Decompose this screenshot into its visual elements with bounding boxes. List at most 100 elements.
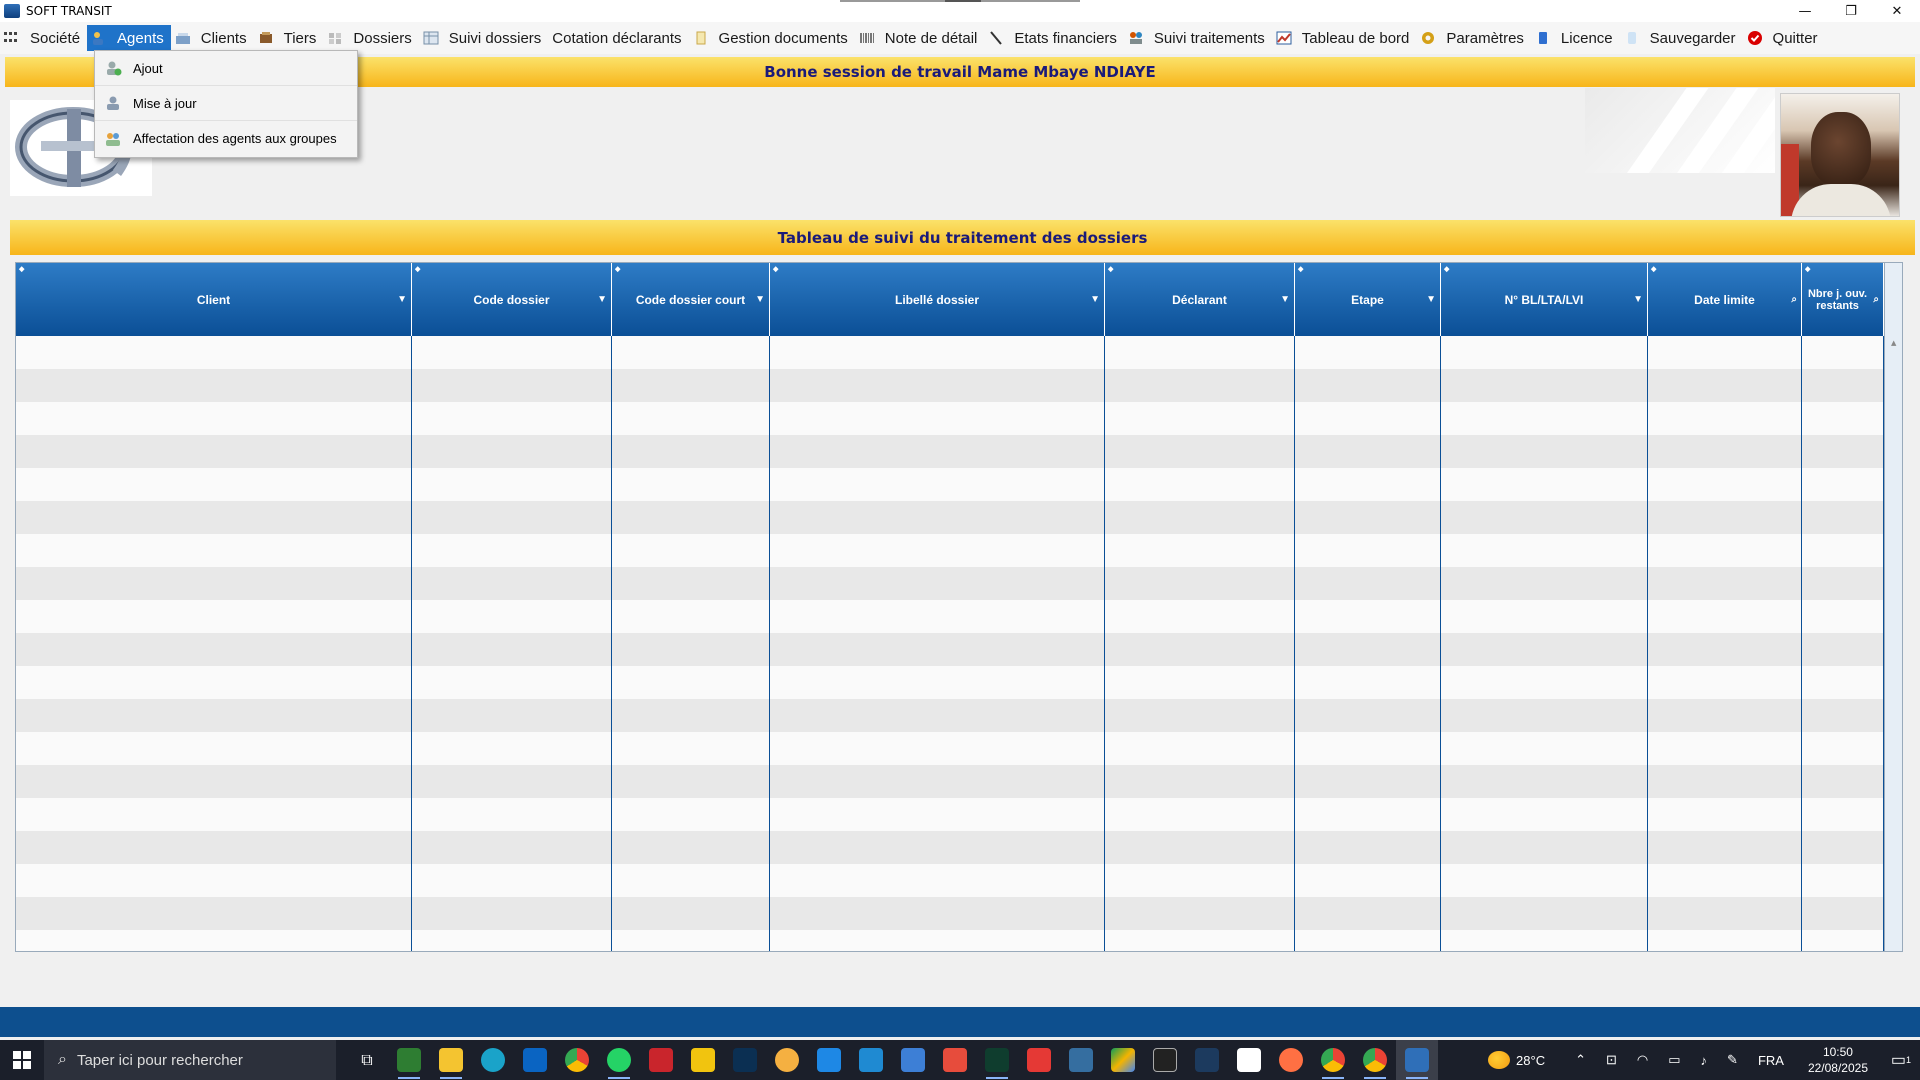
table-cell[interactable]: [16, 336, 412, 369]
table-cell[interactable]: [16, 501, 412, 534]
table-cell[interactable]: [770, 666, 1105, 699]
table-cell[interactable]: [412, 831, 612, 864]
table-cell[interactable]: [1648, 336, 1802, 369]
table-cell[interactable]: [1441, 600, 1648, 633]
table-cell[interactable]: [412, 534, 612, 567]
table-cell[interactable]: [770, 633, 1105, 666]
menu-cotation-declarants[interactable]: Cotation déclarants: [548, 25, 688, 51]
table-cell[interactable]: [1441, 369, 1648, 402]
taskbar-search[interactable]: ⌕ Taper ici pour rechercher: [44, 1040, 336, 1080]
table-cell[interactable]: [1295, 468, 1441, 501]
table-cell[interactable]: [1648, 765, 1802, 798]
table-cell[interactable]: [770, 600, 1105, 633]
table-cell[interactable]: [1441, 435, 1648, 468]
table-cell[interactable]: [16, 600, 412, 633]
table-row[interactable]: [16, 897, 1884, 930]
menu-sauvegarder[interactable]: Sauvegarder: [1620, 25, 1743, 51]
table-cell[interactable]: [1802, 699, 1884, 732]
table-cell[interactable]: [1105, 468, 1295, 501]
table-row[interactable]: [16, 600, 1884, 633]
table-cell[interactable]: [1105, 699, 1295, 732]
table-cell[interactable]: [1441, 930, 1648, 951]
table-cell[interactable]: [770, 534, 1105, 567]
table-cell[interactable]: [16, 369, 412, 402]
table-cell[interactable]: [16, 468, 412, 501]
table-row[interactable]: [16, 930, 1884, 951]
column-jours-restants[interactable]: ◆ Nbre j. ouv. restants ⌕: [1802, 263, 1884, 336]
table-cell[interactable]: [412, 864, 612, 897]
tracking-table[interactable]: ◆ Client ▼ ◆ Code dossier ▼ ◆ Code dossi…: [15, 262, 1903, 952]
table-cell[interactable]: [412, 468, 612, 501]
table-row[interactable]: [16, 369, 1884, 402]
filter-icon[interactable]: ▼: [1426, 294, 1436, 305]
column-date-limite[interactable]: ◆ Date limite ⌕: [1648, 263, 1802, 336]
app-python-icon[interactable]: [1060, 1040, 1102, 1080]
task-view-icon[interactable]: ⧉: [346, 1040, 388, 1080]
table-cell[interactable]: [1802, 666, 1884, 699]
table-cell[interactable]: [1648, 567, 1802, 600]
table-cell[interactable]: [1648, 930, 1802, 951]
table-cell[interactable]: [1802, 435, 1884, 468]
table-cell[interactable]: [612, 699, 770, 732]
table-cell[interactable]: [412, 501, 612, 534]
battery-icon[interactable]: ▭: [1668, 1052, 1680, 1068]
table-cell[interactable]: [1441, 864, 1648, 897]
table-cell[interactable]: [412, 897, 612, 930]
table-cell[interactable]: [412, 765, 612, 798]
table-cell[interactable]: [1802, 501, 1884, 534]
scroll-up-arrow-icon[interactable]: ▲: [1891, 339, 1896, 347]
column-client[interactable]: ◆ Client ▼: [16, 263, 412, 336]
filter-icon[interactable]: ▼: [597, 294, 607, 305]
table-cell[interactable]: [612, 402, 770, 435]
table-cell[interactable]: [1295, 897, 1441, 930]
search-icon[interactable]: ⌕: [1791, 294, 1797, 305]
table-cell[interactable]: [16, 666, 412, 699]
soft-transit-taskbar-icon[interactable]: [1396, 1040, 1438, 1080]
table-cell[interactable]: [770, 468, 1105, 501]
table-row[interactable]: [16, 699, 1884, 732]
table-cell[interactable]: [1802, 798, 1884, 831]
table-cell[interactable]: [1295, 435, 1441, 468]
table-cell[interactable]: [1295, 864, 1441, 897]
table-cell[interactable]: [412, 600, 612, 633]
table-cell[interactable]: [412, 435, 612, 468]
column-sort-icon[interactable]: ◆: [773, 265, 778, 273]
table-cell[interactable]: [612, 633, 770, 666]
table-cell[interactable]: [1648, 534, 1802, 567]
table-cell[interactable]: [612, 930, 770, 951]
wifi-icon[interactable]: ◠: [1637, 1052, 1648, 1068]
table-cell[interactable]: [16, 732, 412, 765]
minimize-button[interactable]: —: [1782, 0, 1828, 22]
table-cell[interactable]: [1802, 600, 1884, 633]
table-cell[interactable]: [412, 633, 612, 666]
menu-note-detail[interactable]: Note de détail: [855, 25, 985, 51]
table-cell[interactable]: [1295, 633, 1441, 666]
column-code-dossier[interactable]: ◆ Code dossier ▼: [412, 263, 612, 336]
table-cell[interactable]: [1648, 864, 1802, 897]
table-cell[interactable]: [1802, 336, 1884, 369]
menu-grip-icon[interactable]: [4, 32, 22, 44]
table-cell[interactable]: [612, 765, 770, 798]
table-cell[interactable]: [1648, 633, 1802, 666]
table-cell[interactable]: [1295, 732, 1441, 765]
table-cell[interactable]: [1441, 765, 1648, 798]
table-cell[interactable]: [1105, 831, 1295, 864]
table-cell[interactable]: [1295, 534, 1441, 567]
table-cell[interactable]: [412, 402, 612, 435]
app-pdf-icon[interactable]: [1018, 1040, 1060, 1080]
table-cell[interactable]: [1441, 633, 1648, 666]
column-numero-bl[interactable]: ◆ N° BL/LTA/LVI ▼: [1441, 263, 1648, 336]
outlook-icon[interactable]: [514, 1040, 556, 1080]
table-cell[interactable]: [1441, 534, 1648, 567]
table-cell[interactable]: [16, 765, 412, 798]
table-cell[interactable]: [16, 930, 412, 951]
media-player-icon[interactable]: [682, 1040, 724, 1080]
table-cell[interactable]: [1802, 765, 1884, 798]
table-cell[interactable]: [612, 501, 770, 534]
whatsapp-icon[interactable]: [598, 1040, 640, 1080]
table-cell[interactable]: [412, 798, 612, 831]
table-cell[interactable]: [770, 831, 1105, 864]
table-row[interactable]: [16, 534, 1884, 567]
table-cell[interactable]: [1105, 864, 1295, 897]
filter-icon[interactable]: ▼: [397, 294, 407, 305]
